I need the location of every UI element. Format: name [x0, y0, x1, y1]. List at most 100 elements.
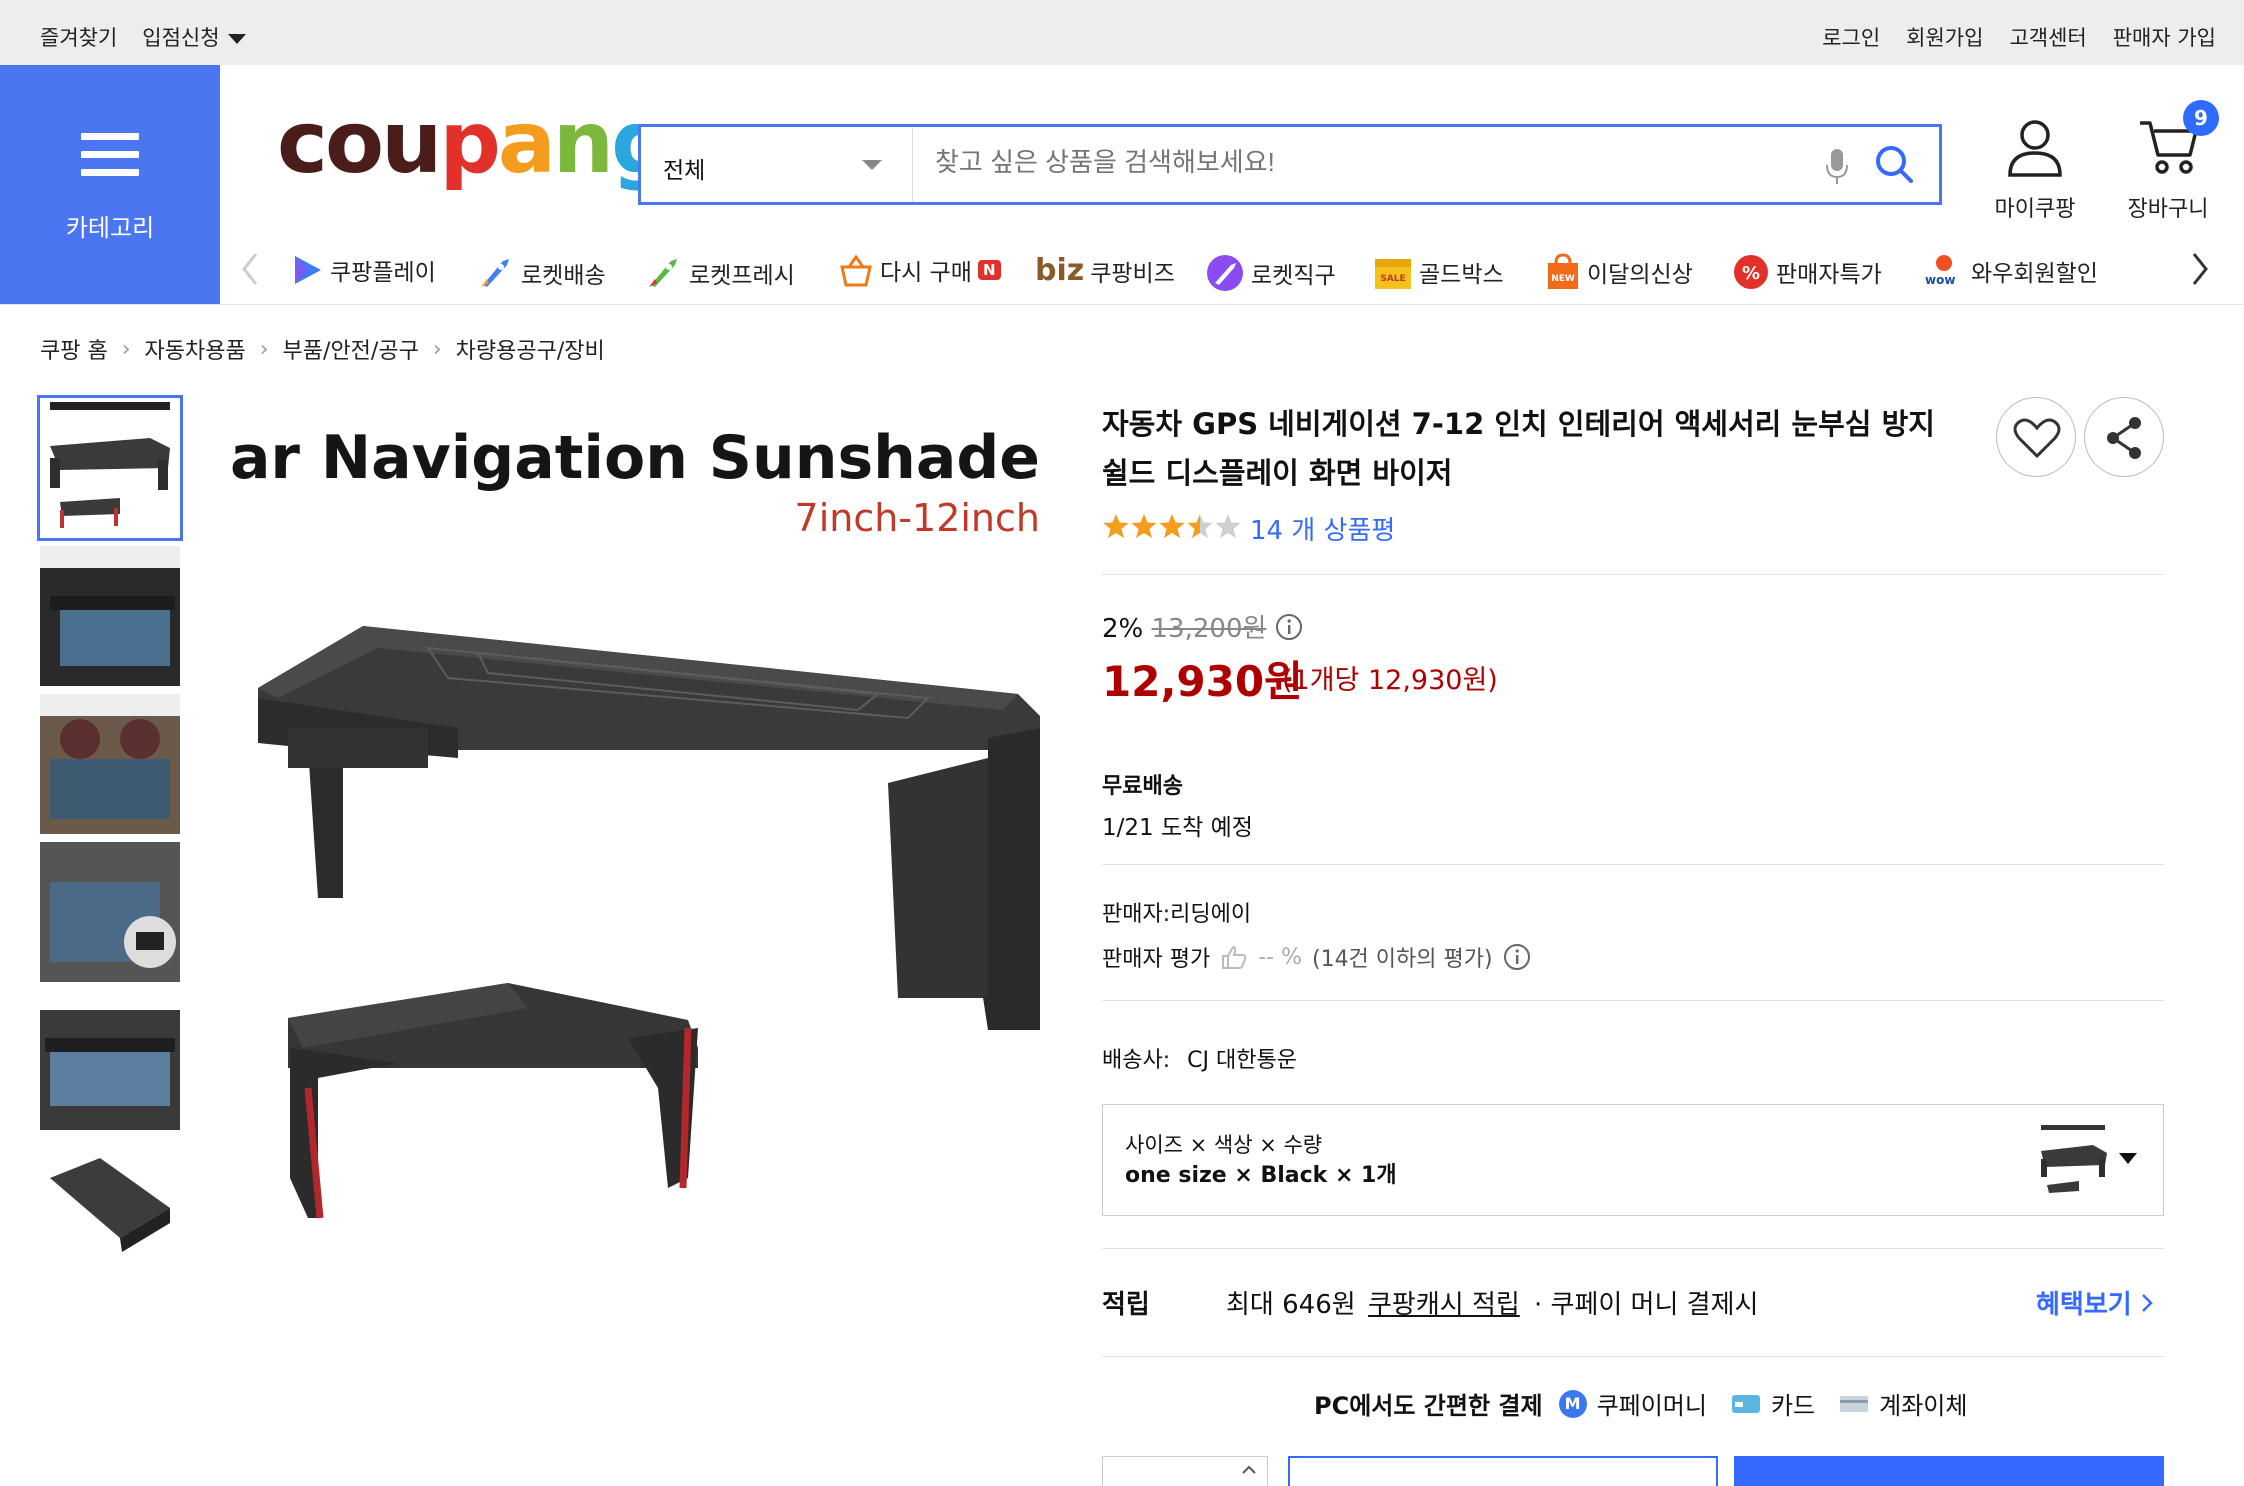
chevron-up-icon	[1242, 1465, 1256, 1474]
breadcrumb-item[interactable]: 부품/안전/공구	[283, 333, 419, 365]
thumbnail-6[interactable]	[40, 1138, 180, 1278]
microphone-icon[interactable]	[1824, 147, 1850, 187]
nav-item-rocketfresh[interactable]: 로켓프레시	[643, 253, 795, 293]
seller-apply-label: 입점신청	[142, 26, 220, 50]
thumbnail-4[interactable]	[40, 842, 180, 982]
pay-method-transfer: 계좌이체	[1879, 1392, 1968, 1420]
seller-name[interactable]: 판매자:리딩에이	[1102, 896, 1251, 928]
share-icon	[2107, 417, 2141, 459]
nav-item-biz[interactable]: biz 쿠팡비즈	[1035, 253, 1175, 288]
breadcrumb-item[interactable]: 차량용공구/장비	[456, 333, 605, 365]
coupang-cash-link[interactable]: 쿠팡캐시 적립	[1368, 1284, 1520, 1321]
quantity-stepper[interactable]	[1102, 1456, 1268, 1486]
coupay-money-icon: M	[1558, 1389, 1587, 1418]
shipping-title: 무료배송	[1102, 774, 1183, 799]
product-photo: Car Navigation Sunshade 7inch-12inch	[186, 398, 1048, 1258]
nav-label: 로켓배송	[521, 263, 606, 289]
share-button[interactable]	[2084, 397, 2164, 477]
search-icon[interactable]	[1873, 143, 1917, 187]
wishlist-button[interactable]	[1996, 397, 2076, 477]
login-link[interactable]: 로그인	[1822, 22, 1880, 52]
add-to-cart-button[interactable]	[1288, 1456, 1718, 1486]
category-menu-button[interactable]: 카테고리	[0, 65, 220, 304]
nav-item-new-arrivals[interactable]: NEW 이달의신상	[1545, 253, 1693, 291]
benefit-link-label: 혜택보기	[2036, 1290, 2132, 1320]
option-thumbnail	[2033, 1121, 2113, 1199]
nav-item-coupangplay[interactable]: 쿠팡플레이	[290, 253, 436, 287]
card-icon	[1731, 1394, 1760, 1413]
search-category-select[interactable]: 전체	[641, 127, 913, 202]
nav-item-seller-deal[interactable]: % 판매자특가	[1732, 253, 1882, 291]
arrival-date: 1/21 도착 예정	[1102, 815, 1253, 841]
benefit-link[interactable]: 혜택보기	[2036, 1284, 2154, 1321]
biz-logo: biz	[1035, 253, 1085, 288]
product-thumbnail	[40, 694, 180, 834]
goldbox-icon: SALE	[1375, 259, 1411, 289]
logo-letter: c	[277, 93, 328, 193]
rocket-fresh-icon	[649, 259, 677, 287]
search-input[interactable]	[935, 147, 1815, 178]
image-subline: 7inch-12inch	[795, 496, 1040, 540]
option-value: one size × Black × 1개	[1125, 1163, 1397, 1188]
product-thumbnail	[40, 546, 180, 686]
section-divider	[1102, 1248, 2164, 1249]
logo-letter: o	[324, 93, 384, 193]
nav-label: 쿠팡비즈	[1090, 260, 1175, 287]
nav-item-wow-discount[interactable]: wow 와우회원할인	[1925, 253, 2098, 289]
info-icon[interactable]	[1503, 943, 1531, 971]
thumbnail-5[interactable]	[40, 990, 180, 1130]
thumbnail-3[interactable]	[40, 694, 180, 834]
seller-rating-row: 판매자 평가 -- % (14건 이하의 평가)	[1102, 941, 1531, 973]
svg-text:SALE: SALE	[1380, 274, 1405, 284]
section-divider	[1102, 864, 2164, 865]
nav-label: 골드박스	[1419, 262, 1504, 288]
chevron-right-icon: ›	[259, 336, 269, 362]
cart-label: 장바구니	[2127, 197, 2209, 222]
chevron-left-icon[interactable]	[240, 251, 260, 287]
coupang-logo[interactable]: coupang	[277, 100, 673, 186]
pay-method-money: 쿠페이머니	[1596, 1392, 1707, 1420]
logo-letter: p	[439, 93, 501, 193]
bookmark-link[interactable]: 즐겨찾기	[40, 22, 117, 52]
product-thumbnail	[40, 398, 180, 538]
thumbnail-2[interactable]	[40, 546, 180, 686]
review-count-link[interactable]: 14 개 상품평	[1250, 510, 1395, 547]
buy-now-button[interactable]	[1734, 1456, 2164, 1486]
hamburger-icon	[81, 133, 139, 187]
thumbs-up-icon	[1222, 945, 1247, 969]
svg-text:%: %	[1742, 263, 1760, 284]
discount-row: 2% 13,200원	[1102, 608, 1303, 645]
percent-badge-icon: %	[1734, 255, 1768, 289]
mycoupang-button[interactable]: 마이쿠팡	[1985, 115, 2085, 223]
thumbnail-1[interactable]	[37, 395, 183, 541]
nav-item-rocket-direct[interactable]: 로켓직구	[1205, 253, 1336, 293]
seller-apply-link[interactable]: 입점신청	[142, 22, 246, 52]
reward-max: 최대 646원	[1226, 1290, 1356, 1320]
product-thumbnail	[40, 842, 180, 982]
nav-item-goldbox[interactable]: SALE 골드박스	[1373, 253, 1504, 291]
chevron-down-icon	[862, 160, 882, 170]
breadcrumb-item[interactable]: 자동차용품	[145, 333, 246, 365]
seller-rating-note: (14건 이하의 평가)	[1311, 947, 1493, 972]
nav-item-rocket[interactable]: 로켓배송	[475, 253, 606, 293]
chevron-right-icon: ›	[432, 336, 442, 362]
nav-label: 판매자특가	[1776, 262, 1882, 288]
breadcrumb-item[interactable]: 쿠팡 홈	[40, 333, 108, 365]
nav-label: 와우회원할인	[1971, 261, 2098, 287]
option-select[interactable]: 사이즈 × 색상 × 수량 one size × Black × 1개	[1102, 1104, 2164, 1216]
section-divider	[1102, 1356, 2164, 1357]
info-icon[interactable]	[1275, 613, 1303, 641]
signup-link[interactable]: 회원가입	[1906, 22, 1983, 52]
rocket-global-icon	[1207, 255, 1243, 291]
courier-row: 배송사: CJ 대한통운	[1102, 1042, 1297, 1074]
main-product-image[interactable]: Car Navigation Sunshade 7inch-12inch	[186, 398, 1048, 1258]
seller-signup-link[interactable]: 판매자 가입	[2113, 22, 2216, 52]
chevron-right-icon[interactable]	[2190, 251, 2210, 287]
seller-rating-value: -- %	[1258, 944, 1302, 970]
nav-item-reorder[interactable]: 다시 구매 N	[838, 253, 1001, 287]
play-icon	[295, 256, 321, 284]
seller-rating-label: 판매자 평가	[1102, 947, 1211, 972]
nav-label: 다시 구매	[880, 260, 972, 286]
customer-center-link[interactable]: 고객센터	[2009, 22, 2086, 52]
chevron-down-icon	[2119, 1153, 2137, 1164]
